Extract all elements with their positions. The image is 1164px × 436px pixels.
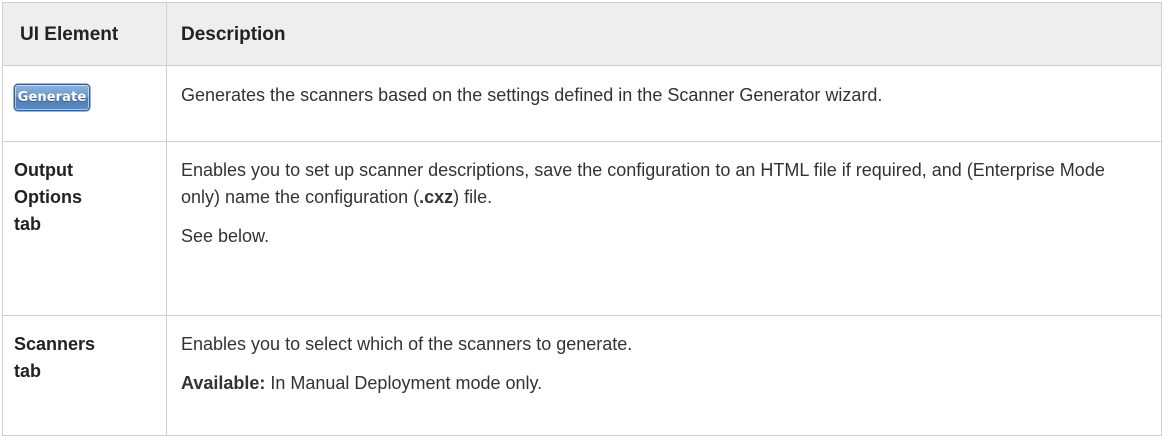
ui-element-name-line: Scanners bbox=[14, 334, 96, 354]
description-cell: Generates the scanners based on the sett… bbox=[166, 65, 1162, 142]
ui-element-name-line: Output bbox=[14, 160, 73, 180]
ui-element-cell: Generate bbox=[2, 65, 167, 142]
description-text-part: ) file. bbox=[453, 187, 493, 207]
see-below-note: See below. bbox=[181, 226, 270, 246]
ui-element-name-line: tab bbox=[14, 214, 41, 234]
ui-elements-table: UI Element Description Generate Generate… bbox=[2, 2, 1162, 436]
table-row: Output Options tab Enables you to set up… bbox=[2, 141, 1162, 316]
description-text: Enables you to select which of the scann… bbox=[181, 334, 633, 354]
header-description: Description bbox=[166, 2, 1162, 66]
description-cell: Enables you to set up scanner descriptio… bbox=[166, 141, 1162, 316]
description-text-part: Enables you to set up scanner descriptio… bbox=[181, 160, 1105, 207]
availability-text: In Manual Deployment mode only. bbox=[265, 373, 543, 393]
table-row: Scanners tab Enables you to select which… bbox=[2, 315, 1162, 436]
generate-button-image: Generate bbox=[14, 84, 90, 111]
availability-label: Available: bbox=[181, 373, 266, 393]
ui-element-name-line: Options bbox=[14, 187, 82, 207]
ui-element-cell: Output Options tab bbox=[2, 141, 167, 316]
ui-element-cell: Scanners tab bbox=[2, 315, 167, 436]
description-text: Enables you to set up scanner descriptio… bbox=[181, 157, 1147, 211]
description-cell: Enables you to select which of the scann… bbox=[166, 315, 1162, 436]
file-extension: .cxz bbox=[419, 187, 454, 207]
table-row: Generate Generates the scanners based on… bbox=[2, 65, 1162, 142]
header-ui-element: UI Element bbox=[2, 2, 167, 66]
table-header-row: UI Element Description bbox=[2, 2, 1162, 66]
description-text: Generates the scanners based on the sett… bbox=[181, 85, 883, 105]
availability-note: Available: In Manual Deployment mode onl… bbox=[181, 370, 1147, 397]
ui-element-name-line: tab bbox=[14, 361, 41, 381]
